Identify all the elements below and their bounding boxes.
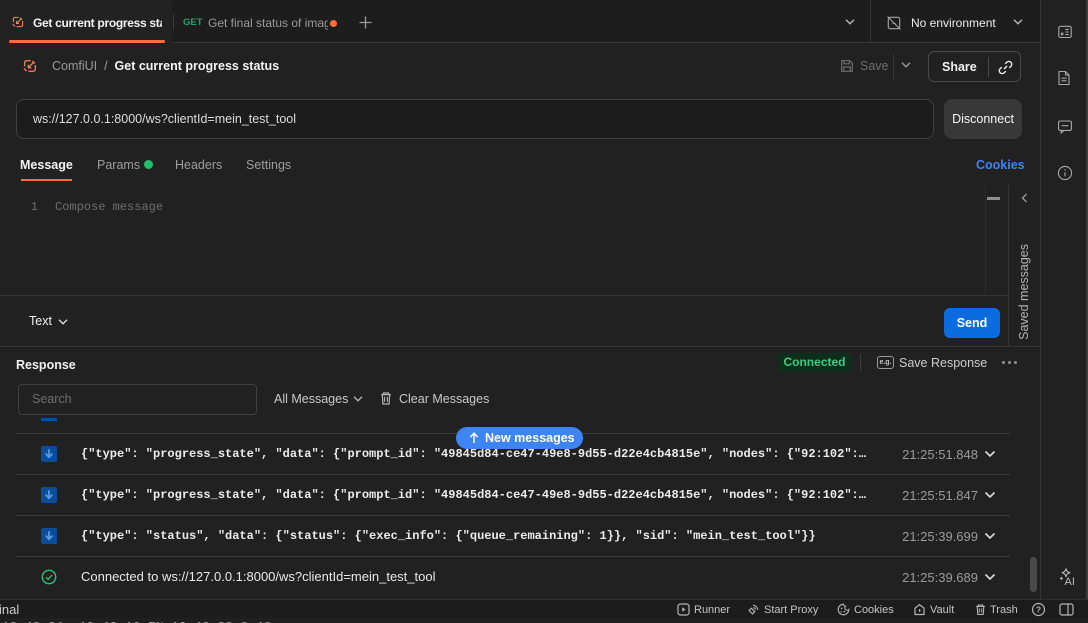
svg-text:AI: AI	[1065, 576, 1075, 586]
svg-text:?: ?	[1036, 605, 1041, 615]
